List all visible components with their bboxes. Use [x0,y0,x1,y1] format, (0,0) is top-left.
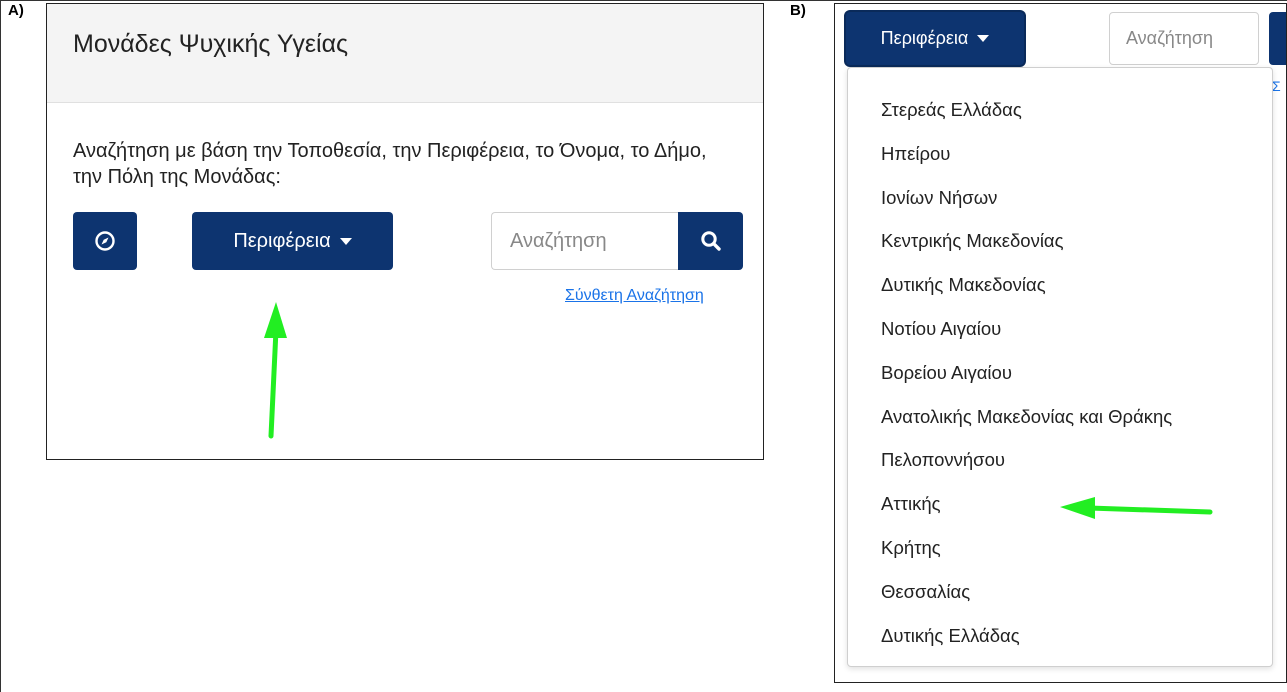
region-option[interactable]: Κρήτης [848,526,1272,570]
annotation-arrow-up [264,302,287,439]
advanced-search-link[interactable]: Σύνθετη Αναζήτηση [565,287,704,305]
region-option[interactable]: Δυτικής Ελλάδας [848,614,1272,658]
caret-down-icon [339,237,352,245]
advanced-search-link-clipped[interactable]: Σ [1272,78,1281,94]
panel-a-label: A) [8,2,24,19]
region-option[interactable]: Στερεάς Ελλάδας [848,88,1272,132]
card-header: Μονάδες Ψυχικής Υγείας [47,4,763,103]
region-option[interactable]: Ανατολικής Μακεδονίας και Θράκης [848,395,1272,439]
region-button-label: Περιφέρεια [233,229,331,252]
region-option[interactable]: Ηπείρου [848,132,1272,176]
region-dropdown-button[interactable]: Περιφέρεια [192,212,393,270]
locate-button[interactable] [73,212,137,270]
panel-b-label: B) [790,2,806,19]
region-dropdown-button-open[interactable]: Περιφέρεια [846,12,1024,65]
caret-down-icon [977,35,990,42]
region-button-label: Περιφέρεια [880,28,969,48]
search-description: Αναζήτηση με βάση την Τοποθεσία, την Περ… [73,140,707,188]
search-button-partial[interactable] [1269,12,1286,65]
region-option[interactable]: Ιονίων Νήσων [848,176,1272,220]
region-list: Στερεάς Ελλάδας Ηπείρου Ιονίων Νήσων Κεν… [848,88,1272,657]
search-icon [700,231,721,251]
page-title: Μονάδες Ψυχικής Υγείας [73,30,349,58]
region-option[interactable]: Νοτίου Αιγαίου [848,307,1272,351]
region-dropdown-menu: Στερεάς Ελλάδας Ηπείρου Ιονίων Νήσων Κεν… [847,67,1273,667]
panel-b-card: Περιφέρεια Σ Στερεάς Ελλάδας Ηπείρου Ιον… [834,3,1287,683]
annotation-arrow-left [1060,497,1213,519]
region-option[interactable]: Κεντρικής Μακεδονίας [848,219,1272,263]
region-option[interactable]: Βορείου Αιγαίου [848,351,1272,395]
region-option[interactable]: Δυτικής Μακεδονίας [848,263,1272,307]
region-option[interactable]: Πελοποννήσου [848,438,1272,482]
search-input[interactable] [491,212,679,270]
search-button[interactable] [678,212,743,270]
search-input[interactable] [1109,12,1259,65]
panel-a-card: Μονάδες Ψυχικής Υγείας Αναζήτηση με βάση… [46,3,764,460]
region-option[interactable]: Θεσσαλίας [848,570,1272,614]
compass-icon [95,231,115,251]
